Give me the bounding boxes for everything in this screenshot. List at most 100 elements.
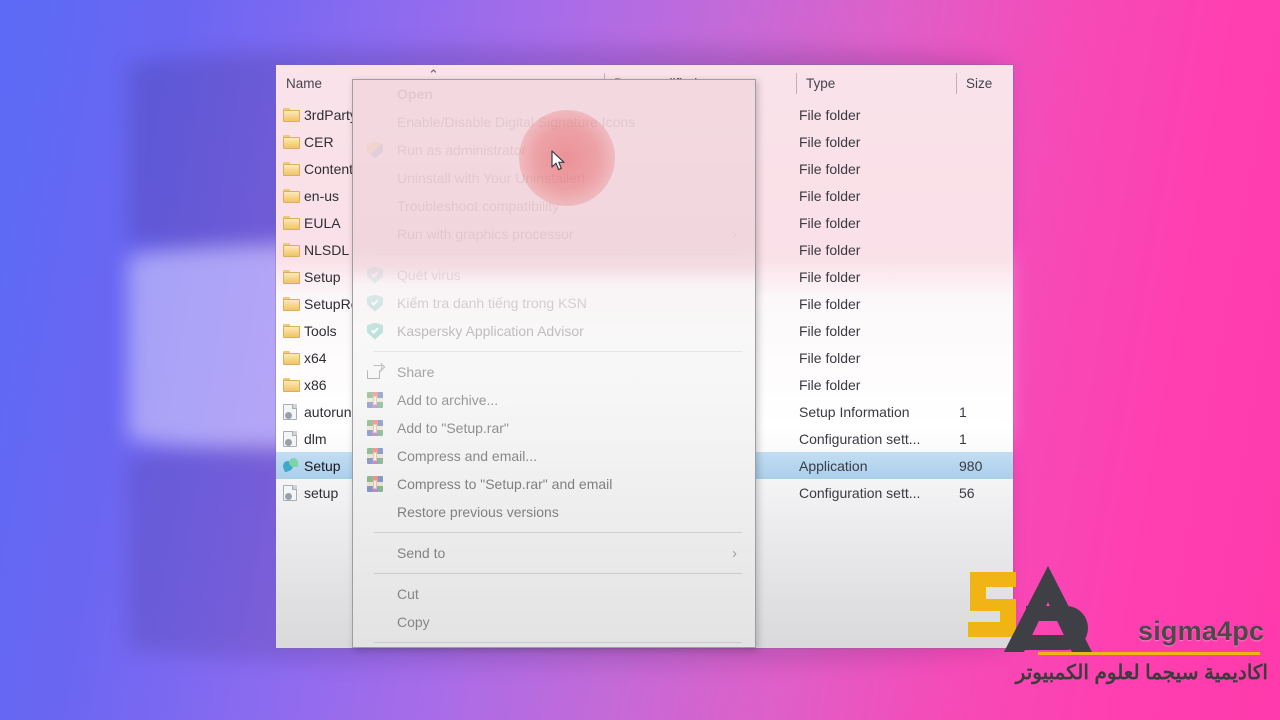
menu-item[interactable]: Kaspersky Application Advisor — [353, 317, 755, 345]
menu-item-icon — [353, 294, 397, 312]
file-size-cell: 1 — [959, 430, 967, 447]
file-row-icon — [276, 430, 304, 447]
menu-item-label: Run with graphics processor — [397, 226, 574, 242]
file-icon — [283, 484, 297, 501]
menu-item-label: Restore previous versions — [397, 504, 559, 520]
file-type-cell: File folder — [799, 106, 861, 123]
folder-icon — [283, 269, 300, 284]
menu-separator — [374, 532, 742, 533]
menu-item-icon — [353, 141, 397, 159]
column-header-size-label: Size — [966, 75, 993, 91]
menu-item[interactable]: Troubleshoot compatibility — [353, 192, 755, 220]
file-row-icon — [276, 215, 304, 230]
file-type-cell: File folder — [799, 349, 861, 366]
winrar-icon — [367, 420, 383, 436]
kaspersky-shield-icon — [367, 322, 383, 340]
file-row-icon — [276, 107, 304, 122]
folder-icon — [283, 323, 300, 338]
share-icon — [367, 362, 386, 379]
file-type-cell: File folder — [799, 376, 861, 393]
file-type-cell: File folder — [799, 241, 861, 258]
folder-icon — [283, 161, 300, 176]
file-type-cell: File folder — [799, 214, 861, 231]
menu-item[interactable]: Cut — [353, 580, 755, 608]
menu-item-label: Troubleshoot compatibility — [397, 198, 560, 214]
file-row-icon — [276, 323, 304, 338]
column-header-size[interactable]: Size — [956, 65, 1013, 101]
logo-arabic-text: اكاديمية سيجما لعلوم الكمبيوتر — [1015, 662, 1268, 684]
logo-underline — [1038, 652, 1260, 655]
file-row-icon — [276, 134, 304, 149]
menu-item[interactable]: Run with graphics processor › — [353, 220, 755, 248]
menu-item-icon — [353, 476, 397, 492]
file-type-cell: Configuration sett... — [799, 430, 921, 447]
menu-separator — [374, 351, 742, 352]
file-row-icon — [276, 350, 304, 365]
folder-icon — [283, 242, 300, 257]
menu-item[interactable]: Kiểm tra danh tiếng trong KSN — [353, 289, 755, 317]
file-type-cell: Configuration sett... — [799, 484, 921, 501]
column-header-type-label: Type — [806, 75, 836, 91]
menu-item[interactable]: Enable/Disable Digital Signature Icons — [353, 108, 755, 136]
application-icon — [281, 457, 299, 474]
menu-item[interactable]: Open — [353, 80, 755, 108]
menu-item-icon — [353, 362, 397, 379]
column-header-type[interactable]: Type — [796, 65, 956, 101]
winrar-icon — [367, 392, 383, 408]
folder-icon — [283, 188, 300, 203]
menu-item[interactable]: Share — [353, 358, 755, 386]
kaspersky-shield-icon — [367, 266, 383, 284]
folder-icon — [283, 215, 300, 230]
folder-icon — [283, 296, 300, 311]
file-size-cell: 56 — [959, 484, 975, 501]
watermark-logo: sigma4pc اكاديمية سيجما لعلوم الكمبيوتر — [942, 564, 1272, 714]
file-size-cell: 1 — [959, 403, 967, 420]
menu-item-label: Kaspersky Application Advisor — [397, 323, 584, 339]
menu-item-icon — [353, 420, 397, 436]
menu-item-icon — [353, 392, 397, 408]
menu-item[interactable]: Add to archive... — [353, 386, 755, 414]
winrar-icon — [367, 476, 383, 492]
menu-item[interactable]: Send to › — [353, 539, 755, 567]
screenshot-stage: Name ⌃ Date modified Type Size 3rdPartyF… — [0, 0, 1280, 720]
file-type-cell: File folder — [799, 160, 861, 177]
file-type-cell: File folder — [799, 322, 861, 339]
menu-item-label: Enable/Disable Digital Signature Icons — [397, 114, 636, 130]
menu-separator — [374, 254, 742, 255]
file-row-icon — [276, 484, 304, 501]
menu-item-label: Quét virus — [397, 267, 461, 283]
file-type-cell: Application — [799, 457, 868, 474]
file-row-icon — [276, 296, 304, 311]
file-type-cell: Setup Information — [799, 403, 910, 420]
file-row-icon — [276, 188, 304, 203]
file-row-icon — [276, 161, 304, 176]
file-row-icon — [276, 269, 304, 284]
file-row-icon — [276, 403, 304, 420]
menu-item[interactable]: Compress and email... — [353, 442, 755, 470]
uac-shield-icon — [367, 141, 383, 159]
file-type-cell: File folder — [799, 295, 861, 312]
menu-item-label: Copy — [397, 614, 430, 630]
folder-icon — [283, 350, 300, 365]
menu-item[interactable]: Quét virus — [353, 261, 755, 289]
menu-item-icon — [353, 322, 397, 340]
menu-item-label: Cut — [397, 586, 419, 602]
file-row-icon — [276, 457, 304, 474]
folder-icon — [283, 107, 300, 122]
menu-item[interactable]: Copy — [353, 608, 755, 636]
file-type-cell: File folder — [799, 268, 861, 285]
file-row-icon — [276, 377, 304, 392]
menu-item[interactable]: Restore previous versions — [353, 498, 755, 526]
menu-item-label: Kiểm tra danh tiếng trong KSN — [397, 295, 587, 311]
menu-item-label: Add to archive... — [397, 392, 499, 408]
menu-item-label: Share — [397, 364, 435, 380]
menu-item-label: Add to "Setup.rar" — [397, 420, 509, 436]
menu-item[interactable]: Add to "Setup.rar" — [353, 414, 755, 442]
menu-item-label: Compress to "Setup.rar" and email — [397, 476, 613, 492]
menu-item-label: Open — [397, 86, 433, 102]
kaspersky-shield-icon — [367, 294, 383, 312]
chevron-right-icon: › — [732, 225, 737, 243]
file-icon — [283, 430, 297, 447]
menu-item[interactable]: Compress to "Setup.rar" and email — [353, 470, 755, 498]
menu-item-label: Uninstall with Your Uninstaller! — [397, 170, 586, 186]
